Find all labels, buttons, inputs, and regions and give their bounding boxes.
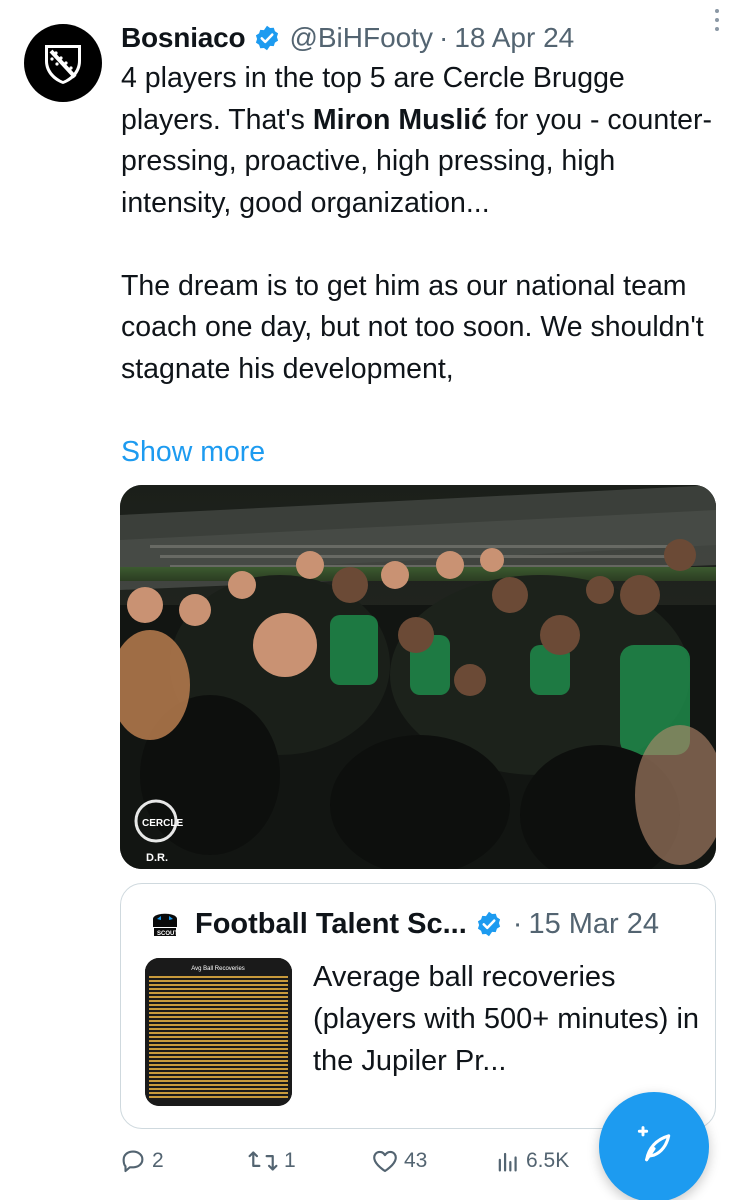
tweet-header: Bosniaco @BiHFooty · 18 Apr 24	[121, 18, 719, 58]
quoted-tweet[interactable]: SCOUT Football Talent Sc... · 15 Mar 24 …	[120, 883, 716, 1129]
separator-dot: ·	[439, 22, 449, 53]
quoted-author-avatar[interactable]: SCOUT	[145, 904, 185, 944]
quoted-author-name[interactable]: Football Talent Sc...	[195, 908, 467, 941]
views-count: 6.5K	[526, 1149, 570, 1172]
tweet-text: 4 players in the top 5 are Cercle Brugge…	[121, 58, 721, 390]
thumbnail-title: Avg Ball Recoveries	[191, 966, 245, 972]
scout-logo-icon: SCOUT	[153, 913, 178, 937]
retweet-count: 1	[284, 1149, 296, 1172]
svg-text:CERCLE: CERCLE	[142, 818, 183, 829]
quoted-tweet-thumbnail[interactable]: Avg Ball Recoveries	[145, 958, 292, 1106]
reply-icon	[118, 1146, 148, 1176]
quoted-separator-dot: ·	[512, 907, 523, 940]
shield-logo-icon	[45, 45, 81, 84]
author-name[interactable]: Bosniaco	[121, 22, 246, 54]
author-handle[interactable]: @BiHFooty	[289, 22, 433, 54]
reply-count: 2	[152, 1149, 164, 1172]
quoted-tweet-header: SCOUT Football Talent Sc... · 15 Mar 24	[145, 904, 659, 944]
tweet-photo[interactable]: CERCLE D.R.	[120, 485, 716, 869]
like-count: 43	[404, 1149, 428, 1172]
quoted-tweet-date[interactable]: 15 Mar 24	[528, 908, 659, 941]
tweet-text-part2: for you - counter-pressing, proactive, h…	[121, 103, 712, 385]
like-button[interactable]: 43	[370, 1146, 427, 1176]
tweet-text-bold-name: Miron Muslić	[312, 103, 488, 136]
retweet-button[interactable]: 1	[246, 1146, 296, 1176]
retweet-icon	[246, 1146, 280, 1176]
reply-button[interactable]: 2	[118, 1146, 164, 1176]
more-vertical-icon[interactable]	[703, 6, 731, 34]
tweet-date[interactable]: 18 Apr 24	[454, 22, 574, 54]
verified-badge-icon	[253, 24, 281, 52]
views-chart-icon	[494, 1146, 522, 1176]
svg-text:SCOUT: SCOUT	[157, 931, 178, 937]
heart-icon	[370, 1146, 400, 1176]
show-more-link[interactable]: Show more	[121, 432, 265, 473]
photo-watermark: D.R.	[146, 852, 168, 864]
quoted-tweet-text: Average ball recoveries (players with 50…	[313, 961, 700, 1077]
compose-button[interactable]	[599, 1092, 709, 1200]
views-button[interactable]: 6.5K	[494, 1146, 569, 1176]
author-avatar[interactable]	[24, 24, 102, 102]
compose-feather-icon	[632, 1123, 676, 1172]
verified-badge-icon	[475, 910, 503, 938]
